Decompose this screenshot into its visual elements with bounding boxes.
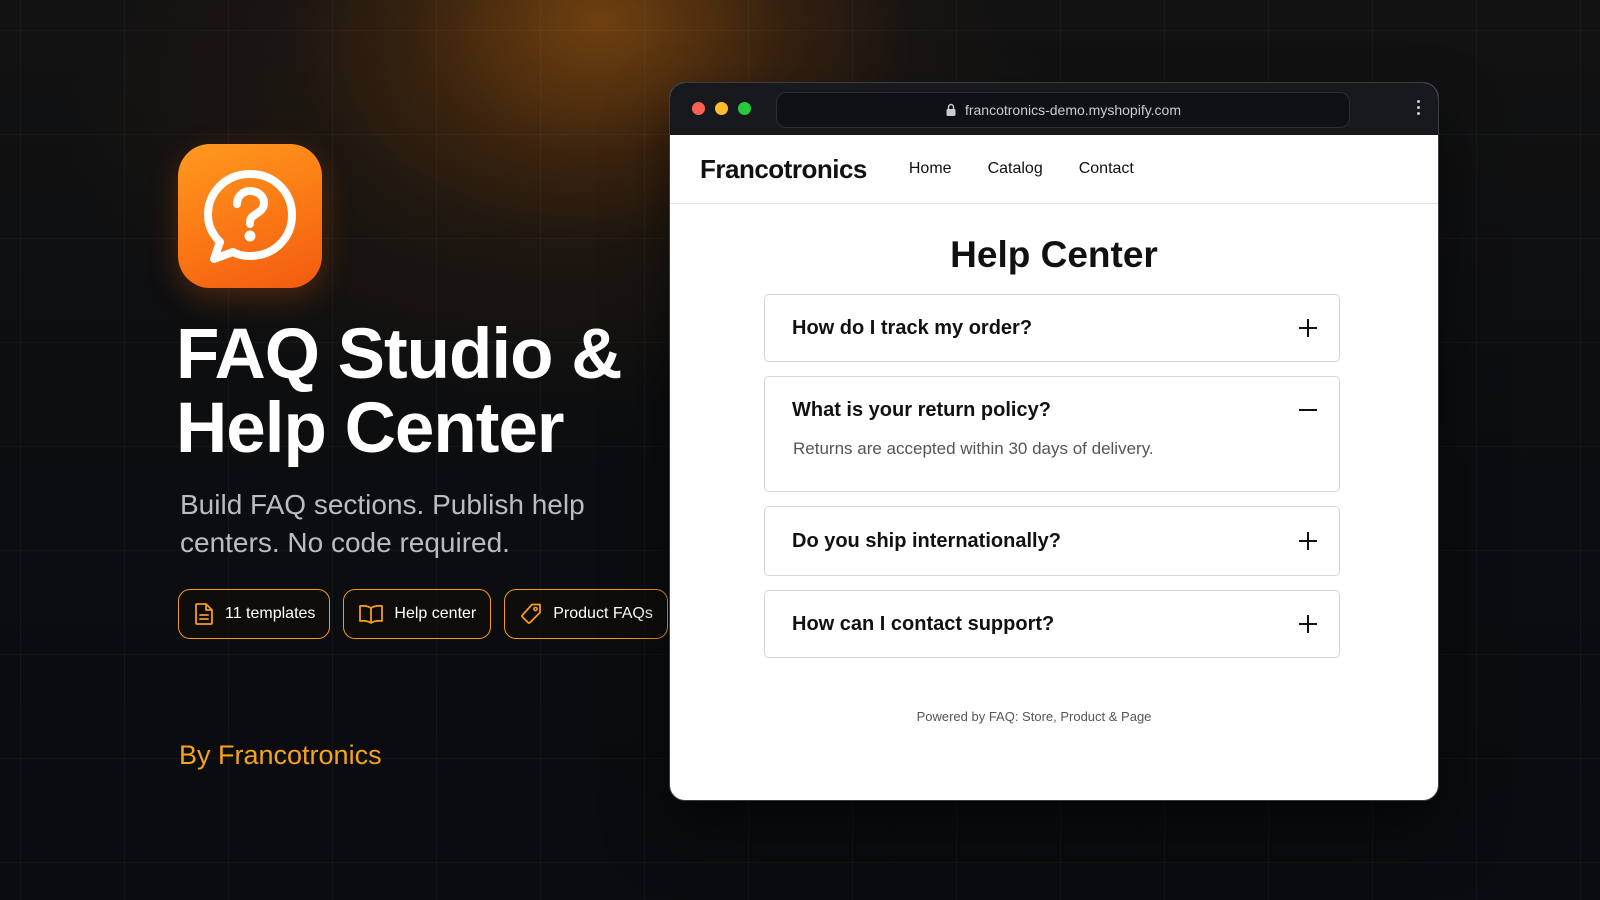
browser-window: francotronics-demo.myshopify.com Francot… — [669, 82, 1439, 801]
nav-link-contact[interactable]: Contact — [1079, 160, 1134, 178]
lock-icon — [946, 103, 956, 116]
book-icon — [359, 604, 384, 624]
faq-item-expanded: What is your return policy? Returns are … — [764, 376, 1340, 492]
powered-by-text: Powered by FAQ: Store, Product & Page — [916, 709, 1152, 724]
pill-templates: 11 templates — [178, 589, 331, 639]
browser-chrome: francotronics-demo.myshopify.com — [670, 83, 1438, 135]
faq-toggle[interactable]: How do I track my order? — [765, 295, 1339, 361]
nav-link-catalog[interactable]: Catalog — [988, 160, 1043, 178]
faq-toggle[interactable]: What is your return policy? — [765, 377, 1339, 443]
site-header: Francotronics Home Catalog Contact — [670, 135, 1438, 204]
faq-item: Do you ship internationally? — [764, 506, 1340, 576]
faq-item: How do I track my order? — [764, 294, 1340, 362]
tag-icon — [521, 603, 542, 624]
faq-question: Do you ship internationally? — [792, 529, 1061, 552]
hero-title: FAQ Studio & Help Center — [176, 315, 623, 468]
feature-pills: 11 templates Help center Product FAQs — [178, 589, 668, 639]
faq-toggle[interactable]: Do you ship internationally? — [765, 507, 1339, 575]
pill-product-faqs: Product FAQs — [504, 589, 668, 639]
hero-subtitle: Build FAQ sections. Publish help centers… — [180, 489, 585, 558]
minimize-window-button[interactable] — [715, 102, 728, 115]
plus-icon — [1299, 615, 1317, 633]
faq-item: How can I contact support? — [764, 590, 1340, 658]
faq-question: How do I track my order? — [792, 316, 1033, 339]
plus-icon — [1299, 319, 1317, 337]
pill-label: Product FAQs — [553, 605, 653, 622]
pill-label: 11 templates — [225, 605, 316, 622]
nav-link-home[interactable]: Home — [909, 160, 952, 178]
minus-icon — [1299, 409, 1317, 411]
faq-question: What is your return policy? — [792, 398, 1051, 421]
question-bubble-icon — [204, 170, 296, 263]
maximize-window-button[interactable] — [738, 102, 751, 115]
site-brand[interactable]: Francotronics — [700, 154, 867, 185]
faq-list: How do I track my order? What is your re… — [764, 294, 1340, 658]
close-window-button[interactable] — [692, 102, 705, 115]
faq-answer: Returns are accepted within 30 days of d… — [793, 439, 1154, 458]
browser-menu-icon[interactable] — [1417, 100, 1420, 115]
app-icon — [178, 144, 322, 288]
document-icon — [195, 603, 213, 625]
faq-question: How can I contact support? — [792, 612, 1055, 635]
plus-icon — [1299, 532, 1317, 550]
byline: By Francotronics — [179, 740, 382, 770]
pill-label: Help center — [394, 605, 477, 622]
url-text: francotronics-demo.myshopify.com — [964, 102, 1182, 118]
help-center-title: Help Center — [950, 234, 1158, 275]
faq-toggle[interactable]: How can I contact support? — [765, 591, 1339, 657]
pill-help-center: Help center — [343, 589, 492, 639]
address-bar[interactable]: francotronics-demo.myshopify.com — [776, 92, 1350, 128]
